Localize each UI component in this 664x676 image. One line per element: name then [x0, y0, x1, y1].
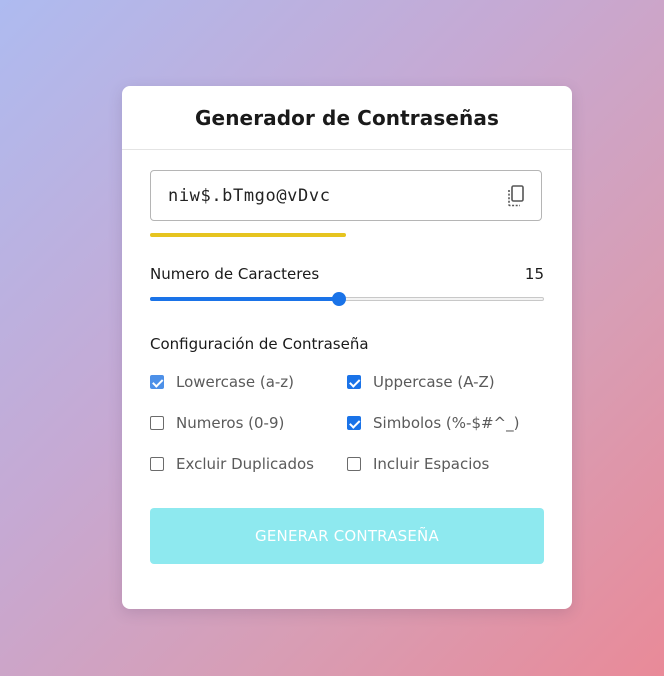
password-generator-card: Generador de Contraseñas niw$.bTmgo@vDvc… — [122, 86, 572, 609]
strength-indicator — [150, 233, 542, 237]
card-header: Generador de Contraseñas — [122, 86, 572, 150]
length-value: 15 — [524, 265, 544, 283]
include-spaces-label: Incluir Espacios — [373, 455, 490, 473]
option-numbers[interactable]: Numeros (0-9) — [150, 414, 347, 432]
strength-bar-fill — [150, 233, 346, 237]
uppercase-checkbox[interactable] — [347, 375, 361, 389]
length-label: Numero de Caracteres — [150, 265, 320, 283]
numbers-checkbox[interactable] — [150, 416, 164, 430]
length-slider[interactable] — [150, 291, 544, 307]
slider-fill — [150, 297, 340, 301]
option-symbols[interactable]: Simbolos (%-$#^_) — [347, 414, 544, 432]
settings-title: Configuración de Contraseña — [150, 335, 369, 353]
exclude-duplicates-checkbox[interactable] — [150, 457, 164, 471]
symbols-label: Simbolos (%-$#^_) — [373, 414, 520, 432]
exclude-duplicates-label: Excluir Duplicados — [176, 455, 314, 473]
numbers-label: Numeros (0-9) — [176, 414, 285, 432]
include-spaces-checkbox[interactable] — [347, 457, 361, 471]
password-field[interactable]: niw$.bTmgo@vDvc — [150, 170, 542, 221]
uppercase-label: Uppercase (A-Z) — [373, 373, 495, 391]
password-value[interactable]: niw$.bTmgo@vDvc — [151, 186, 331, 206]
generate-button-label: GENERAR CONTRASEÑA — [255, 527, 439, 545]
lowercase-checkbox[interactable] — [150, 375, 164, 389]
option-lowercase[interactable]: Lowercase (a-z) — [150, 373, 347, 391]
option-include-spaces[interactable]: Incluir Espacios — [347, 455, 544, 473]
card-body: niw$.bTmgo@vDvc Numero de Caracteres 15 … — [122, 150, 572, 564]
page-title: Generador de Contraseñas — [195, 105, 499, 130]
generate-password-button[interactable]: GENERAR CONTRASEÑA — [150, 508, 544, 564]
lowercase-label: Lowercase (a-z) — [176, 373, 295, 391]
option-exclude-duplicates[interactable]: Excluir Duplicados — [150, 455, 347, 473]
symbols-checkbox[interactable] — [347, 416, 361, 430]
option-uppercase[interactable]: Uppercase (A-Z) — [347, 373, 544, 391]
copy-icon[interactable] — [507, 185, 525, 207]
settings-options: Lowercase (a-z) Uppercase (A-Z) Numeros … — [150, 373, 544, 473]
slider-thumb[interactable] — [332, 292, 347, 306]
length-row: Numero de Caracteres 15 — [150, 265, 544, 283]
